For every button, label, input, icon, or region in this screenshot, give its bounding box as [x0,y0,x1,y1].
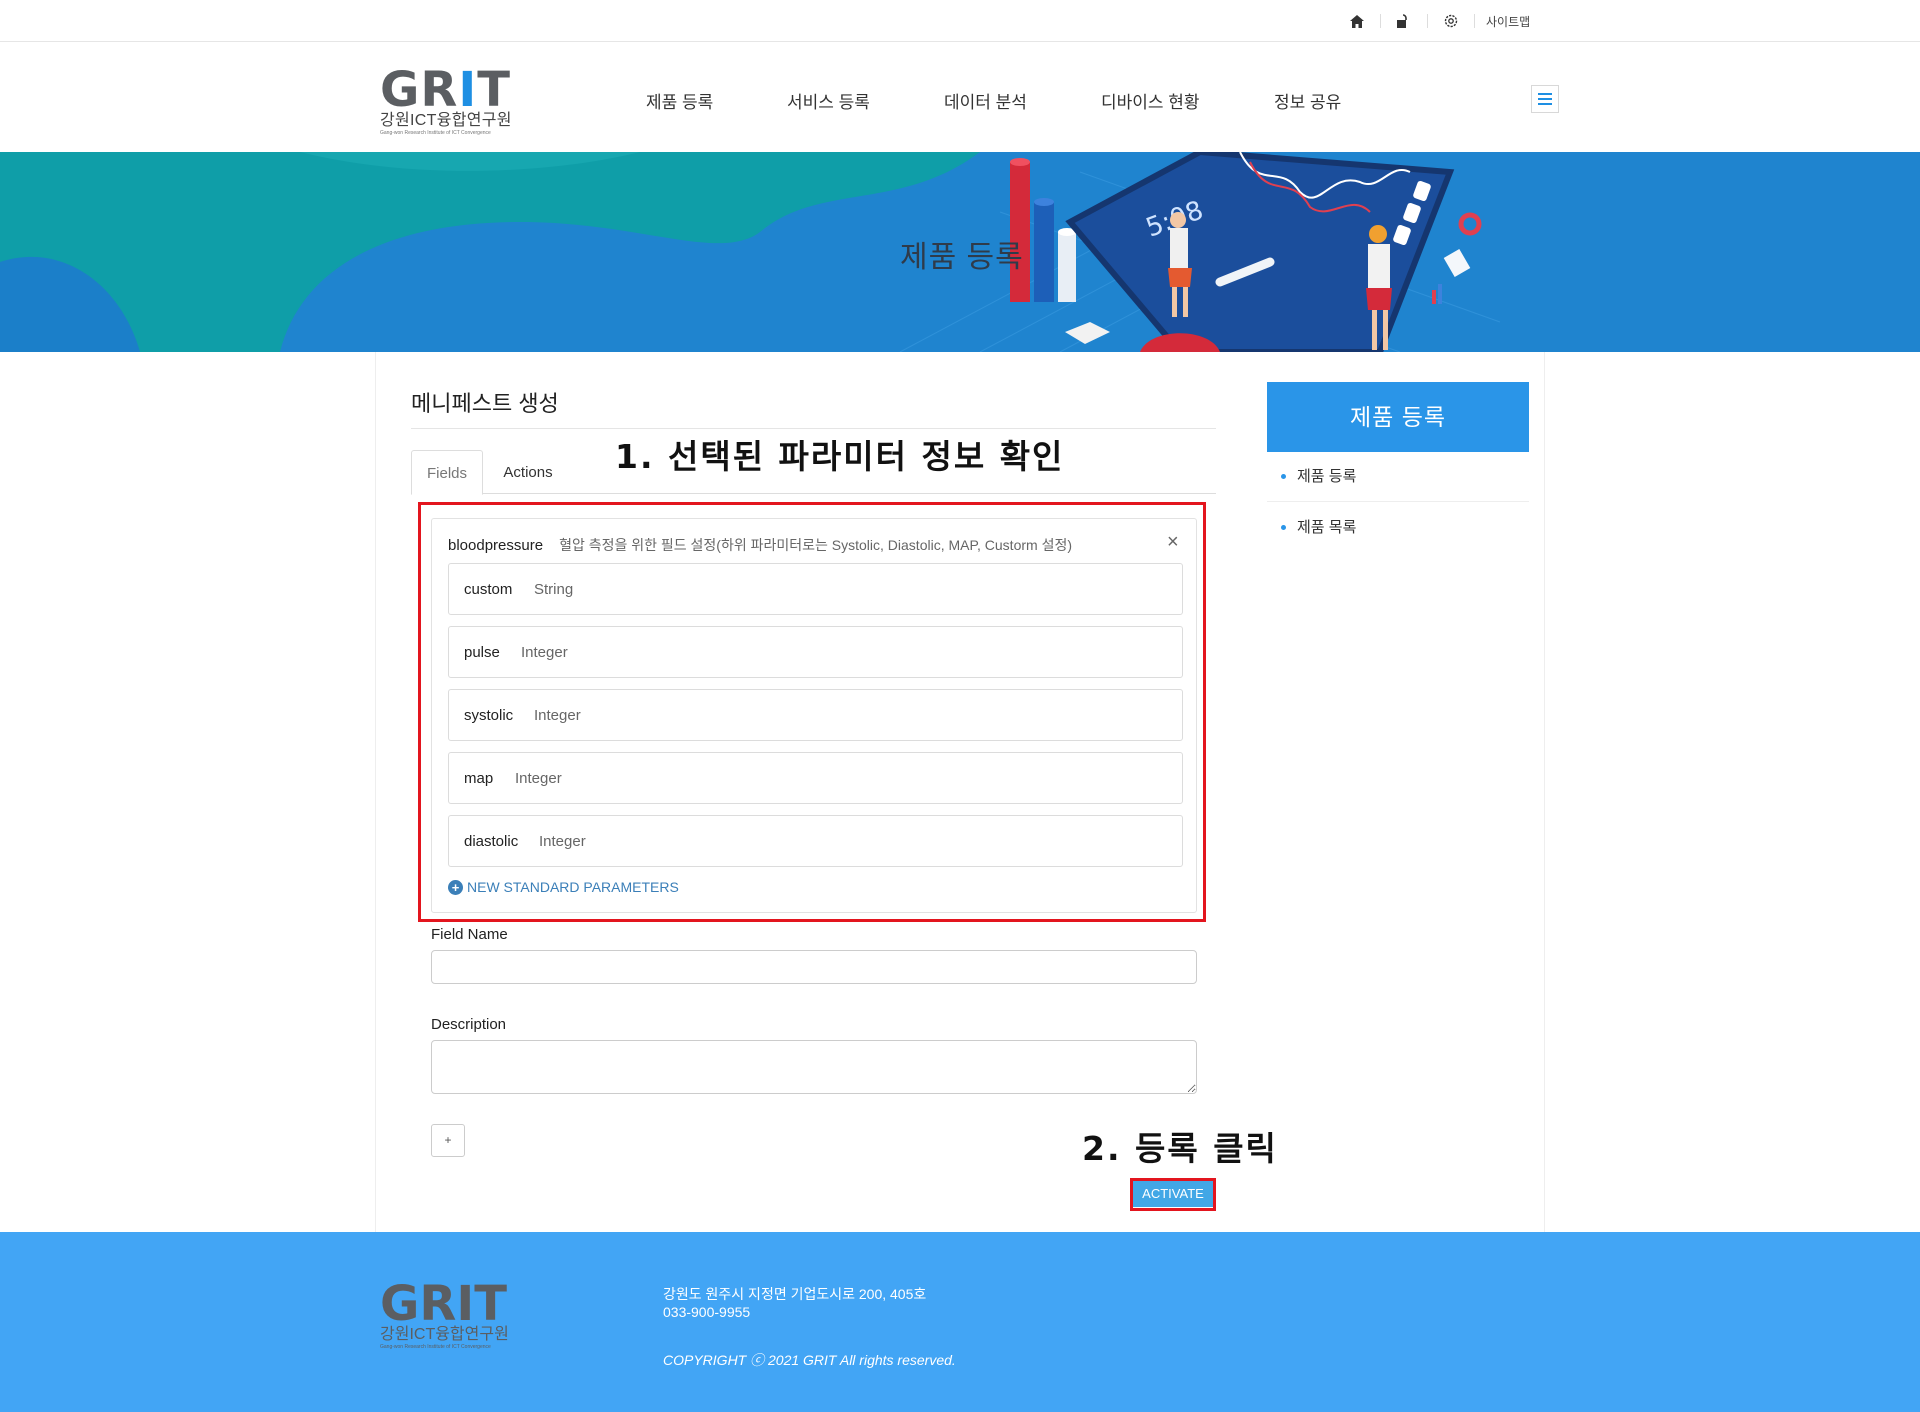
field-name-input[interactable] [431,950,1197,984]
sidebar-heading: 제품 등록 [1267,382,1529,452]
parameter-name: custom [464,581,513,598]
parameter-row[interactable]: systolic Integer [448,689,1183,741]
sitemap-link[interactable]: 사이트맵 [1486,13,1530,30]
field-description: 혈압 측정을 위한 필드 설정(하위 파라미터로는 Systolic, Dias… [559,537,1072,553]
nav-product-register[interactable]: 제품 등록 [646,88,713,113]
sidebar-item-product-register[interactable]: 제품 등록 [1267,452,1529,502]
tab-fields[interactable]: Fields [411,450,483,495]
bullet-icon [1281,474,1286,479]
divider [1427,14,1428,28]
home-link[interactable] [1346,10,1368,32]
new-standard-parameters-label: NEW STANDARD PARAMETERS [467,879,679,895]
unlock-icon [1392,10,1414,32]
home-icon [1346,10,1368,32]
parameter-type: Integer [521,644,568,661]
sidebar-item-product-list[interactable]: 제품 목록 [1267,503,1529,553]
page-title: 메니페스트 생성 [411,391,559,416]
parameter-row[interactable]: pulse Integer [448,626,1183,678]
divider [1380,14,1381,28]
nav-service-register[interactable]: 서비스 등록 [787,88,870,113]
parameter-type: Integer [534,707,581,724]
footer-phone: 033-900-9955 [663,1304,751,1320]
gear-icon [1440,10,1462,32]
activate-button[interactable]: ACTIVATE [1133,1181,1213,1207]
hamburger-icon [1538,93,1552,95]
parameter-name: map [464,770,494,787]
parameter-name: pulse [464,644,500,661]
add-field-button[interactable]: + [431,1124,465,1157]
footer-address: 강원도 원주시 지정면 기업도시로 200, 405호 [663,1286,927,1302]
logo-korean: 강원ICT융합연구원 [380,112,512,129]
parameter-type: String [534,581,574,598]
sidebar-item-label: 제품 등록 [1297,468,1357,485]
parameter-type: Integer [539,833,586,850]
footer-logo-english: Gang-won Research Institute of ICT Conve… [380,1344,491,1350]
annotation-step-2: 2. 등록 클릭 [1082,1129,1278,1168]
new-standard-parameters-link[interactable]: + NEW STANDARD PARAMETERS [448,879,679,895]
menu-toggle-button[interactable] [1531,85,1559,113]
field-tabs: Fields Actions [411,450,1216,495]
parameter-row[interactable]: map Integer [448,752,1183,804]
parameter-name: systolic [464,707,514,724]
login-link[interactable] [1392,10,1414,32]
logo-text: GRIT [380,62,511,118]
nav-info-share[interactable]: 정보 공유 [1274,88,1341,113]
divider [1474,14,1475,28]
description-textarea[interactable] [431,1040,1197,1094]
footer-logo-text: GRIT [380,1276,507,1332]
field-name: bloodpressure [448,537,544,554]
footer-logo-korean: 강원ICT융합연구원 [380,1326,509,1343]
nav-data-analysis[interactable]: 데이터 분석 [944,88,1027,113]
grit-logo[interactable]: GRIT 강원ICT융합연구원 Gang-won Research Instit… [380,62,520,136]
bullet-icon [1281,525,1286,530]
field-name-label: Field Name [431,926,508,943]
parameter-name: diastolic [464,833,519,850]
settings-link[interactable] [1440,10,1462,32]
parameter-type: Integer [515,770,562,787]
banner-title: 제품 등록 [900,241,1024,274]
field-card-bloodpressure: bloodpressure 혈압 측정을 위한 필드 설정(하위 파라미터로는 S… [431,518,1197,913]
title-divider [411,428,1216,429]
parameter-row[interactable]: custom String [448,563,1183,615]
hero-banner: 5:08 제품 등록 [0,152,1920,352]
top-utility-bar: 사이트맵 [0,0,1920,42]
field-header: bloodpressure 혈압 측정을 위한 필드 설정(하위 파라미터로는 S… [448,535,1072,555]
description-label: Description [431,1016,507,1033]
plus-circle-icon: + [448,879,463,895]
tab-actions[interactable]: Actions [483,450,573,494]
parameter-row[interactable]: diastolic Integer [448,815,1183,867]
site-header: GRIT 강원ICT융합연구원 Gang-won Research Instit… [0,42,1920,152]
footer-copyright: COPYRIGHT ⓒ 2021 GRIT All rights reserve… [663,1352,956,1368]
close-icon[interactable]: × [1167,531,1179,554]
sidebar-item-label: 제품 목록 [1297,519,1357,536]
footer-logo: GRIT 강원ICT융합연구원 Gang-won Research Instit… [380,1276,520,1350]
nav-device-status[interactable]: 디바이스 현황 [1101,88,1200,113]
logo-english: Gang-won Research Institute of ICT Conve… [380,130,491,136]
site-footer: GRIT 강원ICT융합연구원 Gang-won Research Instit… [0,1232,1920,1412]
